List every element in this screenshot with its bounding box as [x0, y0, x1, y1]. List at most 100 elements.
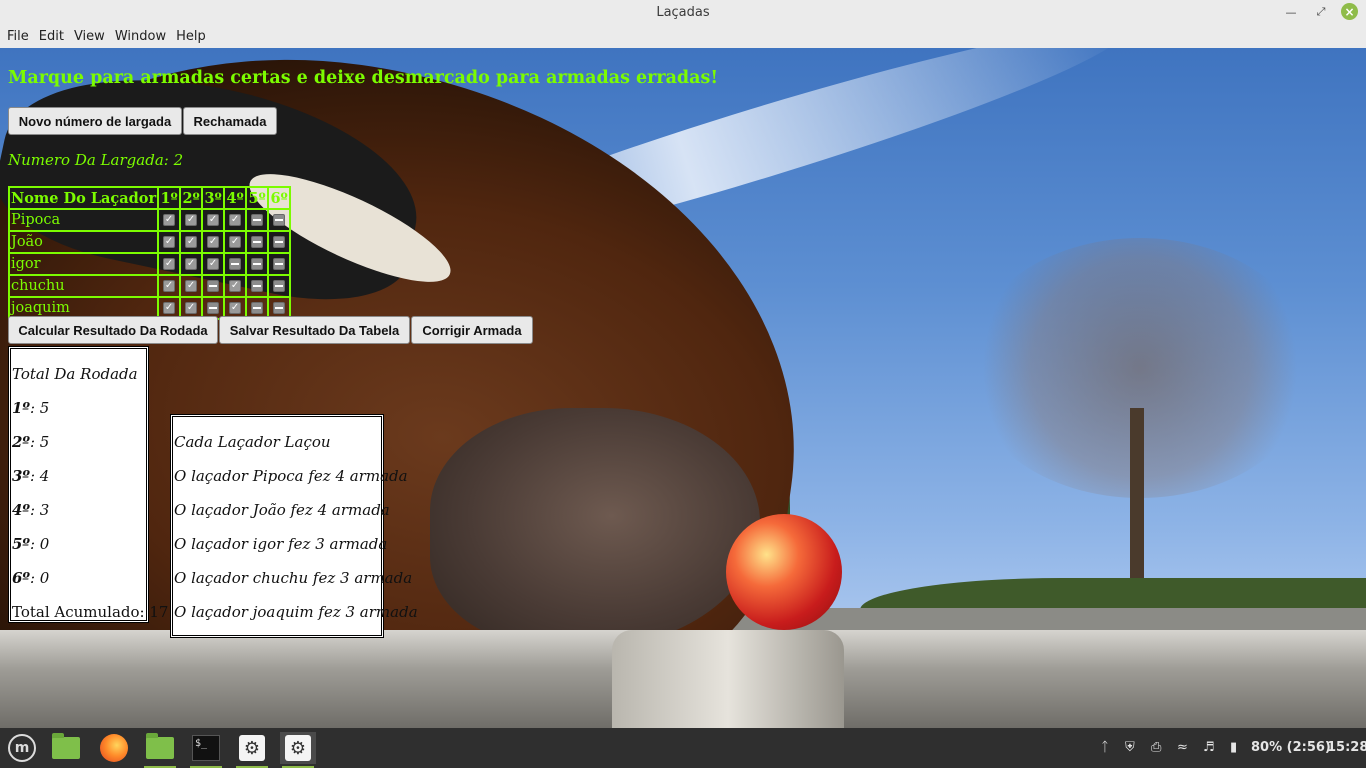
armada-checkbox[interactable]: ✓ — [229, 214, 242, 226]
armada-cell: ✓ — [179, 208, 204, 232]
armada-checkbox[interactable] — [207, 302, 220, 314]
round-total-label: 1º — [12, 399, 30, 417]
armada-checkbox[interactable] — [251, 214, 264, 226]
shield-icon[interactable]: ⛨ — [1125, 740, 1135, 755]
armada-cell — [267, 208, 292, 232]
armada-cell: ✓ — [201, 230, 226, 254]
armada-checkbox[interactable]: ✓ — [207, 258, 220, 270]
armada-checkbox[interactable] — [229, 258, 242, 270]
armada-checkbox[interactable]: ✓ — [185, 280, 198, 292]
armada-checkbox[interactable] — [273, 258, 286, 270]
printer-icon[interactable]: ⎙ — [1151, 740, 1161, 755]
battery-icon[interactable]: ▮ — [1230, 740, 1237, 755]
roper-name: igor — [7, 252, 160, 276]
roper-summary-panel: Cada Laçador Laçou O laçador Pipoca fez … — [170, 414, 418, 638]
armada-checkbox[interactable] — [273, 280, 286, 292]
mint-menu-icon[interactable]: m — [4, 732, 40, 764]
settings-icon[interactable]: ⚙ — [234, 732, 270, 768]
armada-checkbox[interactable]: ✓ — [163, 214, 176, 226]
maximize-icon[interactable]: ⤢ — [1312, 3, 1330, 21]
armada-checkbox[interactable]: ✓ — [229, 280, 242, 292]
round-total-label: 3º — [12, 467, 30, 485]
column-header-2: 2º — [179, 186, 204, 210]
title-bar: Laçadas — ⤢ × — [0, 0, 1366, 24]
round-totals-panel: Total Da Rodada 1º: 5 2º: 5 3º: 4 4º: 3 … — [8, 346, 168, 623]
round-total-value: : 0 — [29, 535, 50, 553]
armada-checkbox[interactable] — [251, 302, 264, 314]
armada-checkbox[interactable] — [273, 214, 286, 226]
clock[interactable]: 15:28 — [1327, 740, 1366, 755]
armada-cell: ✓ — [223, 208, 248, 232]
save-table-button[interactable]: Salvar Resultado Da Tabela — [219, 316, 410, 344]
column-header-name: Nome Do Laçador — [7, 186, 160, 210]
settings-icon[interactable]: ⚙ — [280, 732, 316, 768]
column-header-6: 6º — [267, 186, 292, 210]
armada-checkbox[interactable] — [207, 280, 220, 292]
content-area: Marque para armadas certas e deixe desma… — [0, 48, 1366, 728]
armada-checkbox[interactable]: ✓ — [185, 302, 198, 314]
files-icon[interactable] — [48, 732, 84, 764]
armada-checkbox[interactable] — [251, 236, 264, 248]
armada-cell: ✓ — [157, 230, 182, 254]
armada-checkbox[interactable]: ✓ — [163, 258, 176, 270]
round-total-item: 5º: 0 — [12, 535, 49, 553]
armada-checkbox[interactable]: ✓ — [207, 236, 220, 248]
armada-checkbox[interactable]: ✓ — [207, 214, 220, 226]
armada-cell — [245, 230, 270, 254]
armada-checkbox[interactable]: ✓ — [185, 236, 198, 248]
menu-edit[interactable]: Edit — [34, 29, 69, 44]
armada-checkbox[interactable] — [251, 280, 264, 292]
armada-checkbox[interactable] — [273, 302, 286, 314]
armada-checkbox[interactable]: ✓ — [185, 214, 198, 226]
recall-button[interactable]: Rechamada — [183, 107, 277, 135]
armada-checkbox[interactable]: ✓ — [163, 302, 176, 314]
menu-window[interactable]: Window — [110, 29, 171, 44]
menu-view[interactable]: View — [69, 29, 110, 44]
column-header-4: 4º — [223, 186, 248, 210]
battery-status[interactable]: 80% (2:56) — [1251, 740, 1331, 755]
roper-name: chuchu — [7, 274, 160, 298]
accumulated-total: Total Acumulado: 17 — [12, 603, 169, 621]
armada-cell — [245, 252, 270, 276]
armada-cell — [223, 252, 248, 276]
table-row: igor ✓ ✓ ✓ — [7, 252, 292, 276]
fix-armada-button[interactable]: Corrigir Armada — [411, 316, 533, 344]
armada-checkbox[interactable]: ✓ — [185, 258, 198, 270]
roper-summary-line: O laçador João fez 4 armada — [174, 501, 390, 519]
armada-checkbox[interactable]: ✓ — [229, 236, 242, 248]
armada-checkbox[interactable] — [251, 258, 264, 270]
firefox-icon[interactable] — [96, 732, 132, 764]
armada-cell: ✓ — [201, 252, 226, 276]
round-totals-title: Total Da Rodada — [12, 365, 138, 383]
armada-cell: ✓ — [179, 252, 204, 276]
armada-cell: ✓ — [157, 208, 182, 232]
window-title: Laçadas — [656, 5, 710, 20]
background-fence-post — [612, 630, 844, 728]
volume-icon[interactable]: ♬ — [1203, 740, 1215, 755]
round-total-value: : 5 — [29, 433, 50, 451]
menu-help[interactable]: Help — [171, 29, 211, 44]
round-total-value: : 5 — [29, 399, 50, 417]
armada-cell — [267, 252, 292, 276]
menu-file[interactable]: File — [2, 29, 34, 44]
table-body: Pipoca ✓ ✓ ✓ ✓ João ✓ ✓ ✓ ✓ igor ✓ ✓ ✓ chuchu ✓ ✓ ✓ joaqui… — [7, 208, 292, 320]
armada-checkbox[interactable]: ✓ — [163, 236, 176, 248]
new-largada-button[interactable]: Novo número de largada — [8, 107, 182, 135]
armada-cell: ✓ — [179, 274, 204, 298]
bluetooth-icon[interactable]: ᛏ — [1101, 740, 1109, 755]
wifi-icon[interactable]: ≈ — [1177, 740, 1188, 755]
terminal-icon[interactable]: $_ — [188, 732, 224, 768]
armada-cell — [201, 274, 226, 298]
armada-checkbox[interactable]: ✓ — [229, 302, 242, 314]
round-total-item: 1º: 5 — [12, 399, 49, 417]
armada-cell: ✓ — [223, 230, 248, 254]
close-icon[interactable]: × — [1341, 3, 1358, 20]
folder-icon[interactable] — [142, 732, 178, 768]
page-heading: Marque para armadas certas e deixe desma… — [8, 68, 719, 88]
armada-cell: ✓ — [201, 208, 226, 232]
armada-checkbox[interactable] — [273, 236, 286, 248]
armada-checkbox[interactable]: ✓ — [163, 280, 176, 292]
minimize-icon[interactable]: — — [1282, 3, 1300, 21]
armada-cell: ✓ — [157, 252, 182, 276]
calculate-round-button[interactable]: Calcular Resultado Da Rodada — [8, 316, 218, 344]
